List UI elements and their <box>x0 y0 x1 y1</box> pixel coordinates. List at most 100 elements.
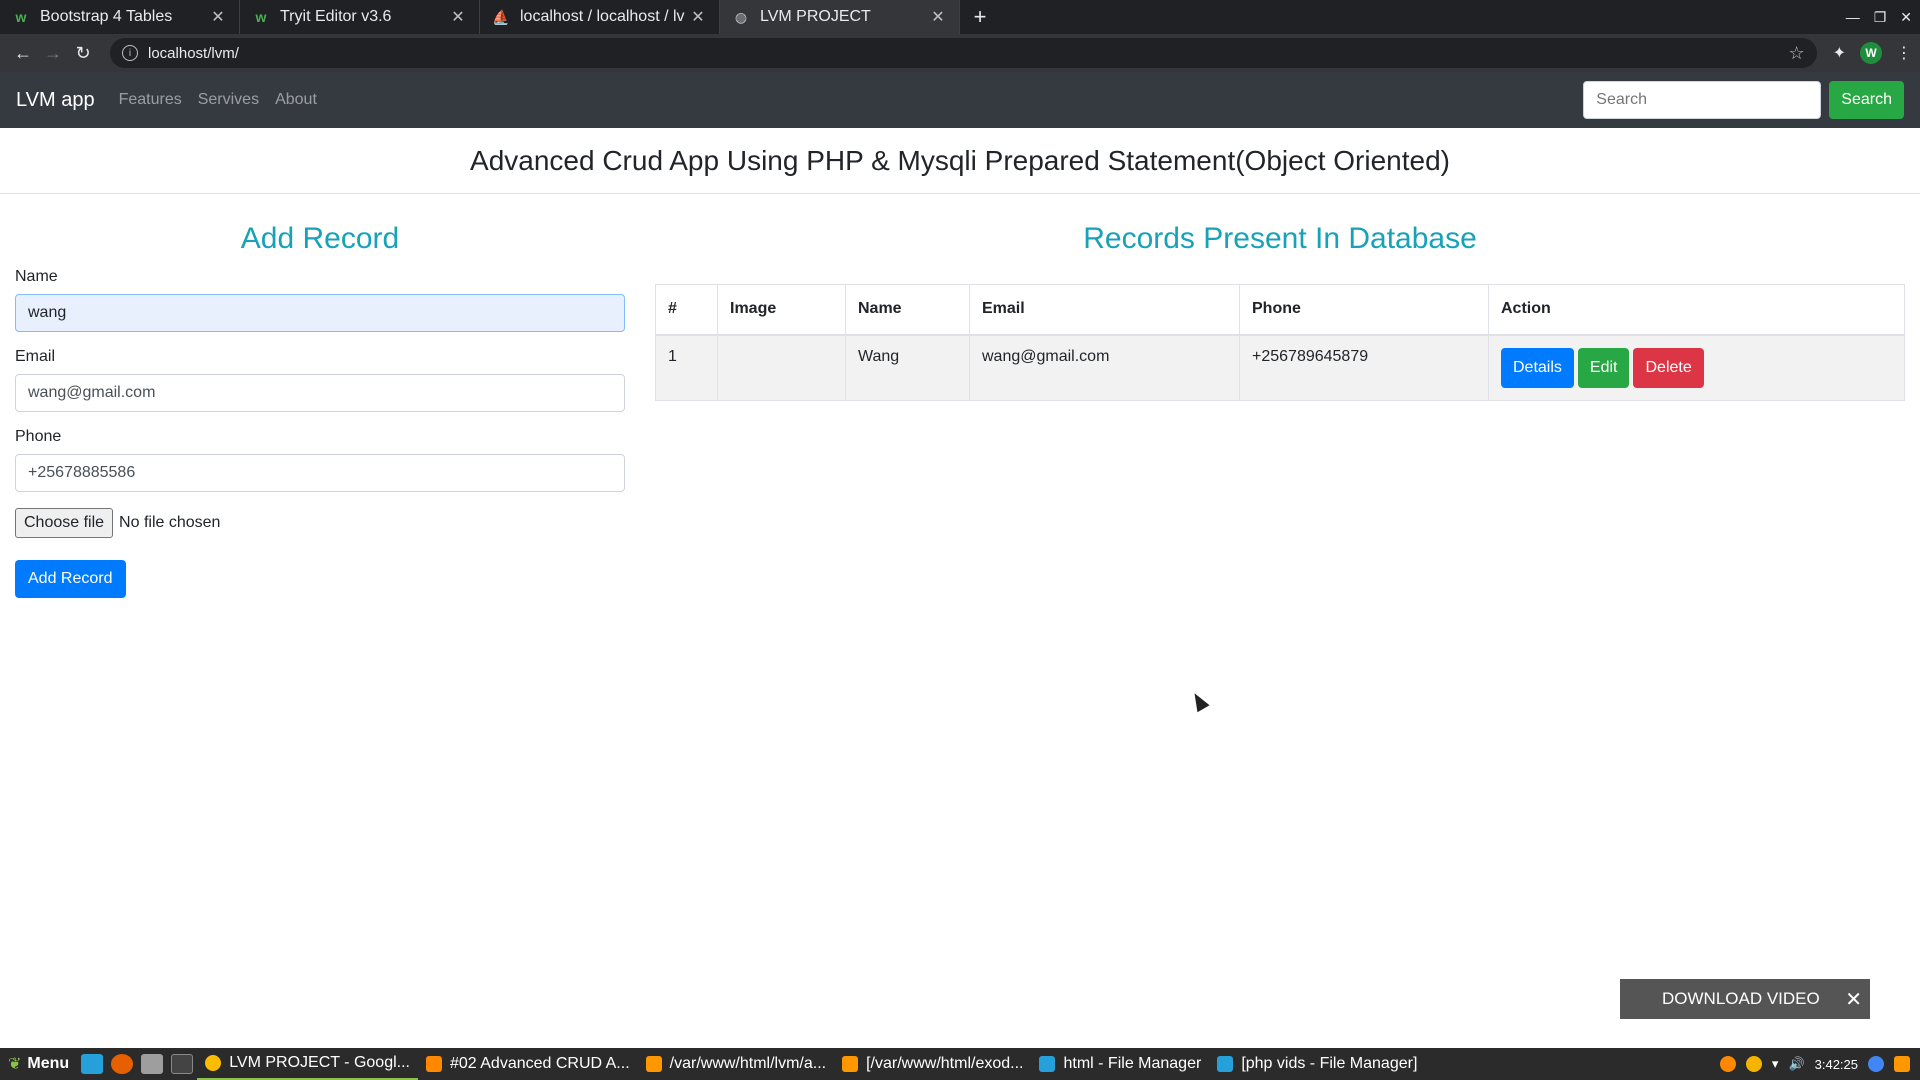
info-icon[interactable]: i <box>122 45 138 61</box>
profile-avatar[interactable]: W <box>1860 42 1882 64</box>
volume-icon[interactable]: 🔊 <box>1788 1056 1804 1072</box>
brand-link[interactable]: LVM app <box>16 89 95 112</box>
close-icon[interactable]: ✕ <box>449 7 467 27</box>
taskbar-item-sublime-2[interactable]: [/var/www/html/exod... <box>834 1048 1031 1080</box>
minimize-icon[interactable]: — <box>1846 9 1860 25</box>
tab-tryit-editor[interactable]: w Tryit Editor v3.6 ✕ <box>240 0 480 34</box>
update-tray-icon[interactable] <box>1745 1056 1762 1072</box>
forward-icon[interactable]: → <box>38 38 68 68</box>
close-icon[interactable]: ✕ <box>929 7 947 27</box>
records-table: # Image Name Email Phone Action 1 Wang w… <box>655 284 1905 401</box>
file-status: No file chosen <box>119 514 221 531</box>
w3schools-icon: w <box>255 9 267 25</box>
globe-icon: ◍ <box>734 8 748 25</box>
delete-button[interactable]: Delete <box>1633 347 1704 388</box>
show-desktop-icon[interactable] <box>81 1054 104 1074</box>
name-field[interactable]: wang <box>15 294 625 332</box>
back-icon[interactable]: ← <box>8 38 38 68</box>
add-record-heading: Add Record <box>240 222 400 255</box>
close-icon[interactable]: ✕ <box>689 7 707 27</box>
navbar-search-form: Search <box>1583 81 1904 119</box>
start-menu-button[interactable]: ❦ Menu <box>0 1054 77 1074</box>
records-heading: Records Present In Database <box>1083 222 1477 255</box>
column-header-name: Name <box>845 284 970 336</box>
cell-image <box>717 334 846 401</box>
reload-icon[interactable]: ↻ <box>68 38 98 68</box>
taskbar-item-sublime-1[interactable]: /var/www/html/lvm/a... <box>638 1048 834 1080</box>
chrome-icon <box>205 1055 222 1071</box>
tab-title: Tryit Editor v3.6 <box>280 8 392 25</box>
folder-icon <box>1217 1056 1234 1072</box>
url-text: localhost/lvm/ <box>148 44 239 62</box>
download-video-popup[interactable]: DOWNLOAD VIDEO ✕ <box>1620 979 1870 1019</box>
taskbar-item-file-manager[interactable]: html - File Manager <box>1031 1048 1209 1080</box>
email-field[interactable]: wang@gmail.com <box>15 374 625 412</box>
tab-title: localhost / localhost / lv <box>520 8 685 25</box>
tab-bootstrap-tables[interactable]: w Bootstrap 4 Tables ✕ <box>0 0 240 34</box>
taskbar-item-label: LVM PROJECT - Googl... <box>229 1054 410 1071</box>
name-label: Name <box>15 268 58 285</box>
add-record-button[interactable]: Add Record <box>15 560 126 598</box>
nav-link-features[interactable]: Features <box>119 91 182 109</box>
taskbar-item-label: html - File Manager <box>1063 1055 1202 1072</box>
taskbar-item-label: #02 Advanced CRUD A... <box>449 1055 630 1072</box>
tab-title: Bootstrap 4 Tables <box>40 8 173 25</box>
sublime-tray-icon[interactable] <box>1894 1056 1910 1072</box>
column-header-email: Email <box>969 284 1240 336</box>
network-icon[interactable]: ▾ <box>1772 1056 1779 1072</box>
add-record-form: Add Record Name wang Email wang@gmail.co… <box>15 222 625 598</box>
details-button[interactable]: Details <box>1501 347 1574 388</box>
close-window-icon[interactable]: ✕ <box>1900 9 1912 26</box>
app-navbar: LVM app Features Servives About Search <box>0 72 1920 128</box>
vlc-tray-icon[interactable] <box>1719 1056 1736 1072</box>
nav-link-servives[interactable]: Servives <box>198 91 259 109</box>
cell-name: Wang <box>845 334 970 401</box>
taskbar-item-chrome[interactable]: LVM PROJECT - Googl... <box>197 1048 418 1080</box>
bookmark-star-icon[interactable]: ☆ <box>1788 43 1804 64</box>
mint-leaf-icon: ❦ <box>8 1056 22 1073</box>
clock[interactable]: 3:42:25 <box>1815 1057 1858 1072</box>
chrome-tray-icon[interactable] <box>1868 1056 1884 1072</box>
search-button[interactable]: Search <box>1829 81 1904 119</box>
table-header-row: # Image Name Email Phone Action <box>655 284 1905 336</box>
taskbar-item-vlc[interactable]: #02 Advanced CRUD A... <box>418 1048 638 1080</box>
file-input: Choose file No file chosen <box>15 508 625 538</box>
taskbar-item-label: /var/www/html/lvm/a... <box>669 1055 827 1072</box>
browser-tab-bar: w Bootstrap 4 Tables ✕ w Tryit Editor v3… <box>0 0 1920 34</box>
folder-icon <box>1039 1056 1056 1072</box>
tab-title: LVM PROJECT <box>760 8 871 25</box>
vlc-icon <box>425 1056 442 1072</box>
os-taskbar: ❦ Menu LVM PROJECT - Googl... #02 Advanc… <box>0 1048 1920 1080</box>
address-bar[interactable]: i localhost/lvm/ ☆ <box>110 38 1817 68</box>
terminal-icon[interactable] <box>171 1054 194 1074</box>
taskbar-item-file-manager-2[interactable]: [php vids - File Manager] <box>1209 1048 1425 1080</box>
choose-file-button[interactable]: Choose file <box>15 508 114 538</box>
mouse-cursor-icon <box>1188 689 1210 713</box>
phone-field[interactable]: +25678885586 <box>15 454 625 492</box>
maximize-icon[interactable]: ❐ <box>1874 9 1887 26</box>
download-video-label: DOWNLOAD VIDEO <box>1662 989 1820 1008</box>
close-icon[interactable]: ✕ <box>209 7 227 27</box>
search-input[interactable] <box>1583 81 1822 119</box>
cell-email: wang@gmail.com <box>969 334 1240 401</box>
phone-label: Phone <box>15 428 62 445</box>
firefox-icon[interactable] <box>111 1054 134 1074</box>
menu-kebab-icon[interactable]: ⋮ <box>1896 43 1912 63</box>
tab-lvm-project[interactable]: ◍ LVM PROJECT ✕ <box>720 0 960 34</box>
cell-phone: +256789645879 <box>1239 334 1489 401</box>
taskbar-item-label: [php vids - File Manager] <box>1241 1055 1418 1072</box>
files-icon[interactable] <box>141 1054 164 1074</box>
column-header-phone: Phone <box>1239 284 1489 336</box>
nav-link-about[interactable]: About <box>275 91 317 109</box>
taskbar-item-label: [/var/www/html/exod... <box>866 1055 1024 1072</box>
close-icon[interactable]: ✕ <box>1845 979 1862 1019</box>
edit-button[interactable]: Edit <box>1577 347 1630 388</box>
email-label: Email <box>15 348 56 365</box>
sublime-icon <box>842 1056 859 1072</box>
tab-phpmyadmin[interactable]: ⛵ localhost / localhost / lv ✕ <box>480 0 720 34</box>
records-section: Records Present In Database # Image Name… <box>655 222 1905 401</box>
column-header-id: # <box>655 284 718 336</box>
browser-toolbar: ← → ↻ i localhost/lvm/ ☆ ✦ W ⋮ <box>0 34 1920 72</box>
new-tab-button[interactable]: + <box>960 0 1000 34</box>
extensions-icon[interactable]: ✦ <box>1833 43 1846 63</box>
